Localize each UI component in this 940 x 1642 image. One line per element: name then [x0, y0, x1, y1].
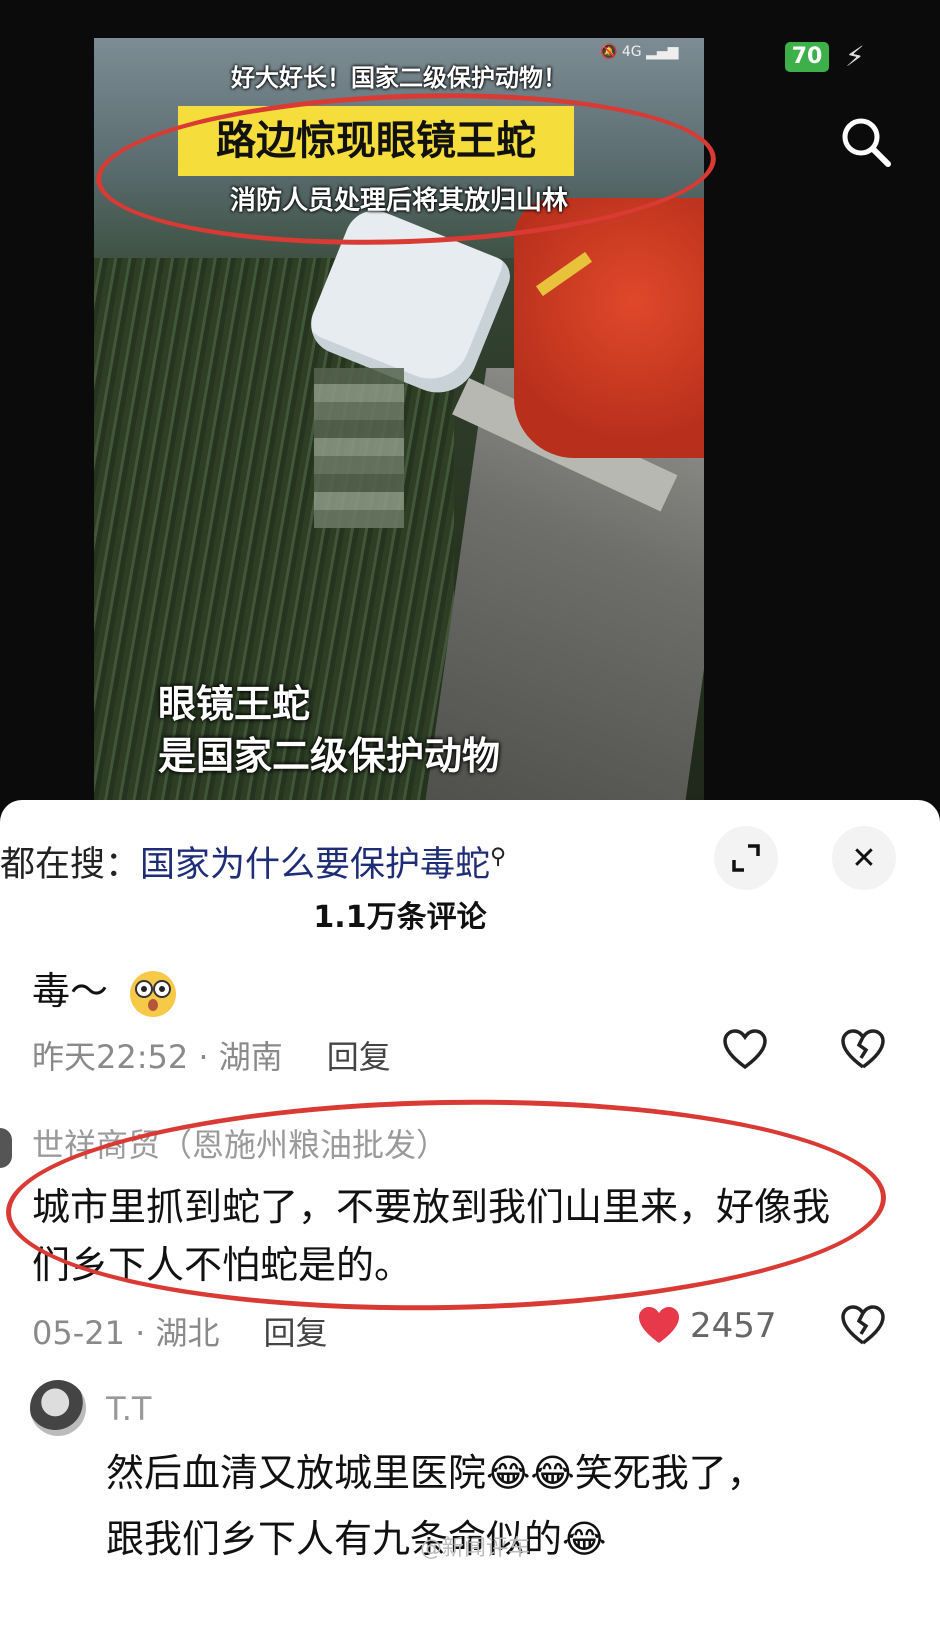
- comment-2-location: 湖北: [155, 1314, 220, 1352]
- video-caption: 眼镜王蛇 是国家二级保护动物: [158, 678, 500, 782]
- mute-icon: 🔕: [600, 44, 618, 60]
- dislike-icon[interactable]: [840, 1304, 886, 1346]
- signal-icon: ▂▄▆: [646, 44, 679, 60]
- caption-line-2: 是国家二级保护动物: [158, 734, 501, 778]
- watermark: @新闻评车: [420, 1536, 531, 1561]
- video-top-text: 好大好长！国家二级保护动物！: [231, 64, 567, 92]
- comment-2-avatar[interactable]: [0, 1128, 12, 1168]
- liked-heart-icon[interactable]: [636, 1304, 682, 1346]
- video-subline: 消防人员处理后将其放归山林: [229, 186, 568, 216]
- comment-2-like-count: 2457: [690, 1306, 777, 1346]
- small-search-icon: ⚲: [490, 844, 507, 870]
- video-player[interactable]: 好大好长！国家二级保护动物！ 路边惊现眼镜王蛇 消防人员处理后将其放归山林 眼镜…: [94, 38, 704, 810]
- comment-1-time: 昨天22:52: [32, 1038, 189, 1076]
- comment-1-meta: 昨天22:52 · 湖南 回复: [32, 1038, 391, 1076]
- comment-3-author[interactable]: T.T: [106, 1390, 151, 1428]
- comment-1-reply-button[interactable]: 回复: [327, 1038, 391, 1076]
- comment-count: 1.1万条评论: [313, 900, 487, 935]
- expand-icon: [732, 844, 760, 872]
- like-icon[interactable]: [722, 1028, 768, 1070]
- video-area: 好大好长！国家二级保护动物！ 路边惊现眼镜王蛇 消防人员处理后将其放归山林 眼镜…: [0, 0, 940, 810]
- hot-search-query[interactable]: 国家为什么要保护毒蛇: [140, 845, 490, 885]
- charging-icon: ⚡: [845, 40, 865, 73]
- comment-1-text: 毒～: [32, 960, 180, 1019]
- comment-1-body: 毒～: [32, 969, 109, 1013]
- comment-1-location: 湖南: [218, 1038, 283, 1076]
- caption-line-1: 眼镜王蛇: [158, 682, 311, 726]
- comment-3-line-1: 然后血清又放城里医院😂😂笑死我了，: [106, 1451, 765, 1495]
- comment-sheet: 都在搜：国家为什么要保护毒蛇⚲ ✕ 1.1万条评论 毒～ 昨天22:52 · 湖…: [0, 800, 940, 1642]
- search-icon[interactable]: [836, 112, 896, 172]
- status-network: 🔕 4G ▂▄▆: [600, 44, 678, 60]
- dislike-icon[interactable]: [840, 1028, 886, 1070]
- close-button[interactable]: ✕: [832, 826, 896, 890]
- video-headline: 路边惊现眼镜王蛇: [178, 106, 574, 176]
- comment-2-reply-button[interactable]: 回复: [264, 1314, 328, 1352]
- hot-search-bar[interactable]: 都在搜：国家为什么要保护毒蛇⚲: [0, 836, 506, 887]
- close-icon: ✕: [851, 840, 877, 876]
- firefighter: [514, 198, 704, 458]
- hot-search-prefix: 都在搜：: [0, 845, 141, 885]
- battery-indicator: 70: [785, 42, 829, 72]
- shocked-emoji-icon: [130, 970, 177, 1017]
- comment-2-meta: 05-21 · 湖北 回复: [32, 1314, 328, 1352]
- comment-2-author[interactable]: 世祥商贸（恩施州粮油批发）: [32, 1120, 448, 1166]
- comment-2-time: 05-21: [32, 1314, 125, 1352]
- mosaic-blur: [314, 368, 404, 528]
- network-label: 4G: [621, 44, 642, 60]
- expand-button[interactable]: [714, 826, 778, 890]
- comment-3-avatar[interactable]: [30, 1380, 86, 1436]
- comment-2-text: 城市里抓到蛇了，不要放到我们山里来，好像我们乡下人不怕蛇是的。: [32, 1185, 831, 1287]
